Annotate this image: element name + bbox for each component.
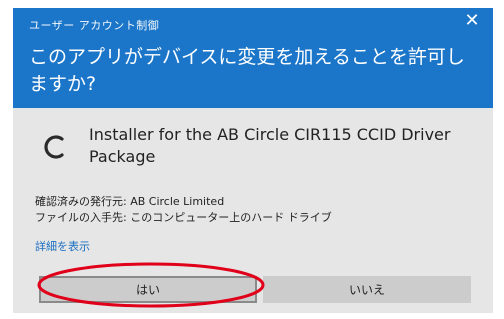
publisher-line: 確認済みの発行元: AB Circle Limited [35,195,225,208]
close-icon[interactable]: ✕ [463,12,481,30]
origin-line: ファイルの入手先: このコンピューター上のハード ドライブ [35,211,332,224]
publisher-details: 確認済みの発行元: AB Circle Limited ファイルの入手先: この… [35,194,332,226]
yes-button[interactable]: はい [39,276,257,303]
window-title: ユーザー アカウント制御 [29,19,160,32]
app-name: Installer for the AB Circle CIR115 CCID … [89,125,451,166]
uac-dialog: ユーザー アカウント制御 ✕ このアプリがデバイスに変更を加えることを許可します… [13,8,493,313]
dialog-header: ユーザー アカウント制御 ✕ このアプリがデバイスに変更を加えることを許可します… [13,8,493,108]
show-details-link[interactable]: 詳細を表示 [35,238,90,254]
app-info: Installer for the AB Circle CIR115 CCID … [35,124,475,184]
button-bar: はい いいえ [13,263,493,313]
no-button[interactable]: いいえ [263,276,471,303]
installer-app-icon [44,135,64,159]
dialog-question: このアプリがデバイスに変更を加えることを許可しますか? [29,46,465,95]
